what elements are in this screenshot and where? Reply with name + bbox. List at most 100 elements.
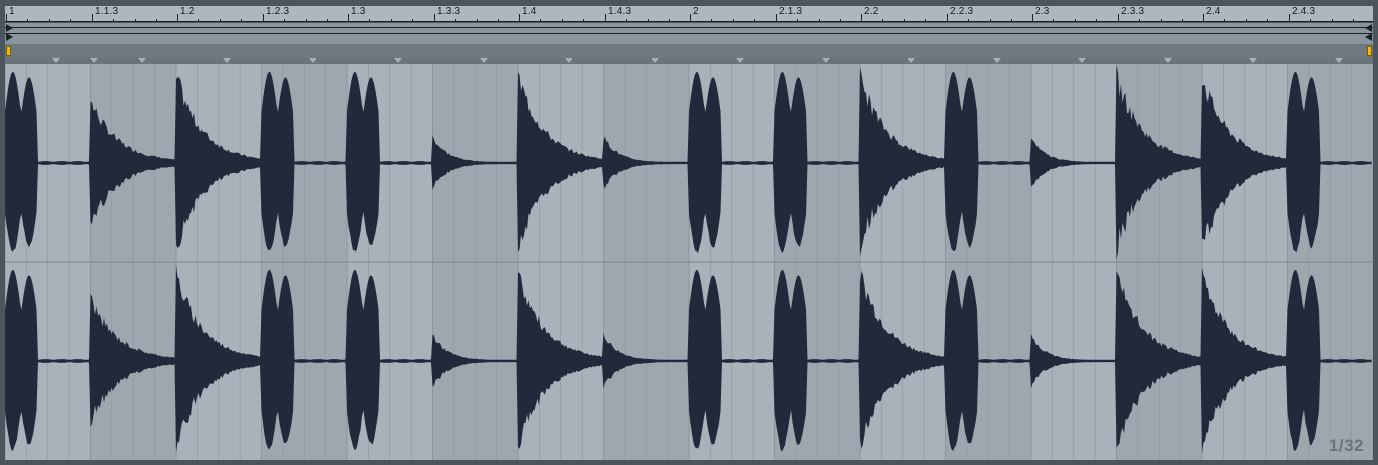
ruler-subtick [882,19,883,22]
clip-start-handle[interactable] [6,46,11,56]
ruler-label: 2.1.3 [779,6,803,17]
ruler-label: 2.4 [1206,6,1221,17]
waveform-canvas [5,64,1373,460]
ruler-tick [6,14,7,22]
ruler-subtick [1224,19,1225,22]
end-marker-icon[interactable] [1365,33,1372,41]
ruler-label: 1 [9,6,15,17]
ruler-subtick [477,19,478,22]
ruler-label: 2.2 [864,6,879,17]
clip-sample-editor[interactable]: 1 1.1.3 1.2 1.2.3 1.3 1.3.3 1.4 1.4.3 2 2.1.3 2.2 2… [0,0,1378,465]
ruler-subtick [49,19,50,22]
ruler-label: 2.4.3 [1292,6,1316,17]
ruler-subtick [1139,19,1140,22]
transient-marker-icon[interactable] [223,58,231,63]
transient-marker-icon[interactable] [1078,58,1086,63]
loop-start-marker-icon[interactable] [6,24,13,32]
ruler-tick [947,14,948,22]
ruler-label: 2.3.3 [1121,6,1145,17]
ruler-subtick [241,19,242,22]
transient-marker-icon[interactable] [394,58,402,63]
start-marker-icon[interactable] [6,33,13,41]
ruler-subtick [412,19,413,22]
ruler-subtick [648,19,649,22]
ruler-subtick [284,19,285,22]
transient-marker-icon[interactable] [52,58,60,63]
ruler-label: 2.3 [1035,6,1050,17]
ruler-subtick [733,19,734,22]
ruler-subtick [1161,19,1162,22]
transient-marker-icon[interactable] [138,58,146,63]
ruler-label: 2.2.3 [950,6,974,17]
transient-marker-icon[interactable] [565,58,573,63]
ruler-subtick [369,19,370,22]
ruler-subtick [968,19,969,22]
ruler-label: 1.4.3 [608,6,632,17]
ruler-label: 1.1.3 [95,6,119,17]
ruler-tick [519,14,520,22]
ruler-tick [1032,14,1033,22]
ruler-subtick [156,19,157,22]
ruler-tick [1289,14,1290,22]
transient-marker-icon[interactable] [90,58,98,63]
beat-time-ruler[interactable]: 1 1.1.3 1.2 1.2.3 1.3 1.3.3 1.4 1.4.3 2 2.1.3 2.2 2… [5,6,1373,22]
ruler-subtick [840,19,841,22]
loop-end-marker-icon[interactable] [1365,24,1372,32]
ruler-tick [776,14,777,22]
transient-marker-icon[interactable] [907,58,915,63]
ruler-subtick [1053,19,1054,22]
ruler-subtick [498,19,499,22]
transient-marker-icon[interactable] [651,58,659,63]
ruler-subtick [904,19,905,22]
ruler-subtick [306,19,307,22]
transient-marker-icon[interactable] [1164,58,1172,63]
ruler-subtick [70,19,71,22]
loop-brace-strip[interactable] [5,23,1373,44]
ruler-tick [177,14,178,22]
ruler-label: 2 [693,6,699,17]
ruler-subtick [797,19,798,22]
ruler-tick [861,14,862,22]
ruler-subtick [1310,19,1311,22]
transient-marker-icon[interactable] [309,58,317,63]
ruler-subtick [669,19,670,22]
ruler-subtick [754,19,755,22]
clip-region-strip[interactable] [5,44,1373,58]
ruler-subtick [391,19,392,22]
ruler-tick [434,14,435,22]
ruler-subtick [113,19,114,22]
waveform-display[interactable]: 1/32 [5,64,1373,460]
ruler-tick [263,14,264,22]
loop-end-line [5,33,1373,34]
ruler-subtick [711,19,712,22]
clip-end-handle[interactable] [1367,46,1372,56]
ruler-subtick [455,19,456,22]
ruler-subtick [220,19,221,22]
ruler-tick [605,14,606,22]
transient-marker-icon[interactable] [1249,58,1257,63]
transient-marker-icon[interactable] [822,58,830,63]
ruler-tick [690,14,691,22]
ruler-tick [92,14,93,22]
ruler-label: 1.3 [351,6,366,17]
ruler-tick [348,14,349,22]
ruler-subtick [626,19,627,22]
ruler-label: 1.2 [180,6,195,17]
transient-marker-icon[interactable] [1335,58,1343,63]
ruler-label: 1.2.3 [266,6,290,17]
ruler-subtick [819,19,820,22]
ruler-subtick [990,19,991,22]
ruler-subtick [583,19,584,22]
ruler-subtick [1011,19,1012,22]
ruler-subtick [1075,19,1076,22]
transient-marker-icon[interactable] [736,58,744,63]
transient-marker-icon[interactable] [480,58,488,63]
ruler-label: 1.3.3 [437,6,461,17]
ruler-tick [1118,14,1119,22]
ruler-subtick [27,19,28,22]
transient-marker-icon[interactable] [993,58,1001,63]
grid-zoom-readout: 1/32 [1328,436,1364,455]
ruler-subtick [135,19,136,22]
ruler-subtick [562,19,563,22]
ruler-subtick [327,19,328,22]
